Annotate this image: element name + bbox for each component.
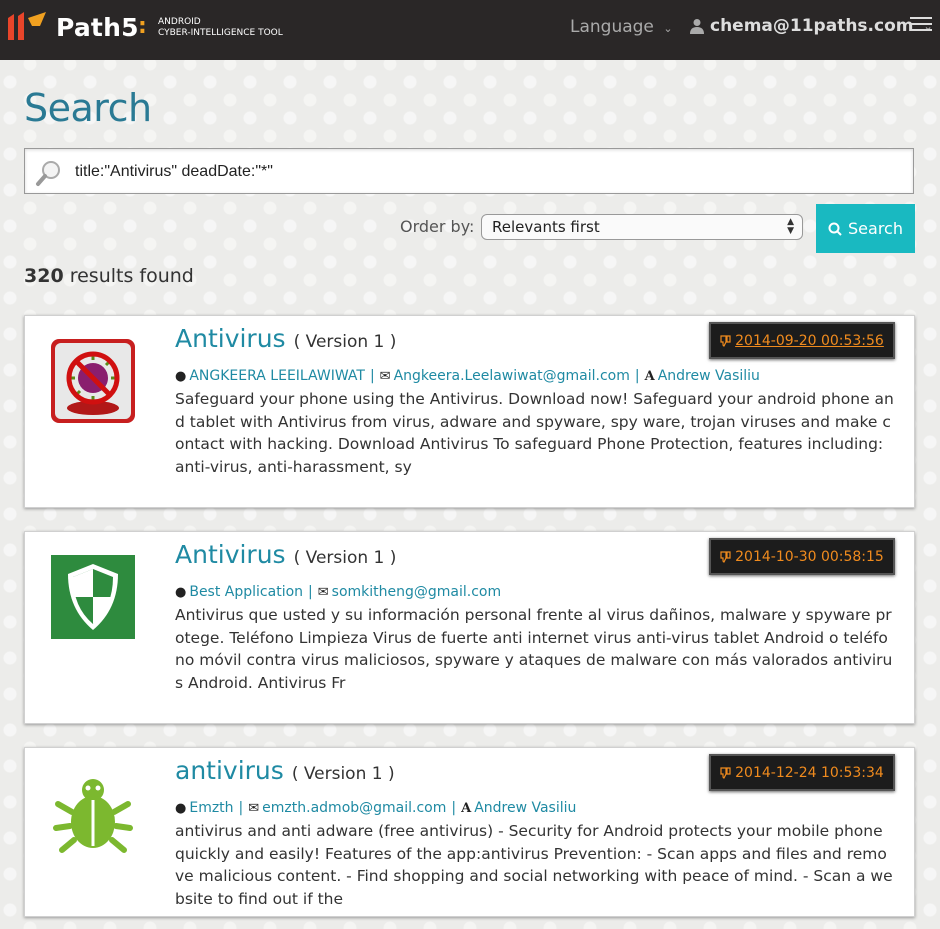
chevron-down-icon: ⌄ — [663, 22, 673, 35]
language-menu[interactable]: Language ⌄ — [570, 17, 673, 37]
search-button[interactable]: Search — [816, 204, 915, 253]
select-arrows-icon: ▲ ▼ — [787, 217, 794, 236]
bug-icon[interactable] — [50, 770, 136, 856]
language-label: Language — [570, 17, 654, 37]
date-badge[interactable]: 2014-10-30 00:58:15 — [709, 538, 895, 575]
user-icon: ● — [175, 368, 187, 384]
shield-icon[interactable] — [50, 554, 136, 640]
thumbs-down-icon — [720, 766, 731, 779]
app-meta: ● Best Application | ✉ somkitheng@gmail.… — [175, 584, 502, 600]
tagline-line-2: CYBER-INTELLIGENCE TOOL — [158, 28, 283, 38]
brand-tagline: ANDROID CYBER-INTELLIGENCE TOOL — [158, 17, 283, 39]
results-count: 320 results found — [24, 265, 194, 287]
app-version: ( Version 1 ) — [291, 764, 395, 784]
search-icon — [36, 161, 60, 186]
app-version: ( Version 1 ) — [293, 548, 397, 568]
user-icon: ● — [175, 584, 187, 600]
signer-link[interactable]: Andrew Vasiliu — [474, 800, 576, 816]
search-box — [24, 148, 914, 194]
app-description: antivirus and anti adware (free antiviru… — [175, 822, 893, 908]
brand-separator: : — [138, 14, 147, 39]
app-name: antivirus — [175, 756, 284, 785]
thumbs-down-icon — [720, 334, 731, 347]
app-name-link[interactable]: antivirus ( Version 1 ) — [175, 756, 395, 785]
results-count-suffix: results found — [63, 265, 194, 287]
thumbs-down-icon — [720, 550, 731, 563]
developer-link[interactable]: Best Application — [189, 584, 303, 600]
search-icon — [828, 222, 842, 236]
date-text: 2014-10-30 00:58:15 — [735, 548, 884, 565]
app-meta: ● ANGKEERA LEEILAWIWAT | ✉ Angkeera.Leel… — [175, 368, 760, 384]
email-link[interactable]: emzth.admob@gmail.com — [262, 800, 446, 816]
tagline-line-1: ANDROID — [158, 17, 201, 27]
envelope-icon: ✉ — [317, 584, 329, 600]
app-description: Antivirus que usted y su información per… — [175, 606, 893, 692]
app-name: Antivirus — [175, 324, 286, 353]
user-icon: ● — [175, 800, 187, 816]
virus-blocked-icon[interactable] — [50, 338, 136, 424]
email-link[interactable]: somkitheng@gmail.com — [332, 584, 501, 600]
order-by-label: Order by: — [400, 217, 475, 236]
result-card: antivirus ( Version 1 ) 2014-12-24 10:53:… — [24, 747, 915, 917]
app-meta: ● Emzth | ✉ emzth.admob@gmail.com | A An… — [175, 800, 577, 816]
email-link[interactable]: Angkeera.Leelawiwat@gmail.com — [394, 368, 630, 384]
envelope-icon: ✉ — [248, 800, 260, 816]
page-title: Search — [24, 86, 152, 130]
brand-name[interactable]: Path5 — [56, 13, 139, 42]
date-text: 2014-12-24 10:53:34 — [735, 764, 884, 781]
search-button-label: Search — [848, 219, 903, 238]
date-badge[interactable]: 2014-12-24 10:53:34 — [709, 754, 895, 791]
user-icon — [690, 19, 704, 34]
date-text: 2014-09-20 00:53:56 — [735, 332, 884, 349]
certificate-icon: A — [461, 800, 472, 816]
top-navbar: Path5 : ANDROID CYBER-INTELLIGENCE TOOL … — [0, 0, 940, 60]
certificate-icon: A — [644, 368, 655, 384]
path5-logo-icon[interactable] — [6, 10, 50, 42]
order-by-selected-value: Relevants first — [492, 218, 600, 236]
developer-link[interactable]: Emzth — [189, 800, 233, 816]
user-menu[interactable]: chema@11paths.com ⌄ — [690, 16, 933, 36]
result-card: Antivirus ( Version 1 ) 2014-09-20 00:53:… — [24, 315, 915, 508]
results-count-number: 320 — [24, 265, 64, 287]
order-by-select[interactable]: Relevants first ▲ ▼ — [481, 214, 803, 240]
app-version: ( Version 1 ) — [293, 332, 397, 352]
result-card: Antivirus ( Version 1 ) 2014-10-30 00:58:… — [24, 531, 915, 724]
envelope-icon: ✉ — [379, 368, 391, 384]
signer-link[interactable]: Andrew Vasiliu — [658, 368, 760, 384]
app-name-link[interactable]: Antivirus ( Version 1 ) — [175, 540, 396, 569]
app-description: Safeguard your phone using the Antivirus… — [175, 390, 894, 476]
developer-link[interactable]: ANGKEERA LEEILAWIWAT — [189, 368, 365, 384]
hamburger-menu-icon[interactable] — [910, 17, 932, 35]
app-name: Antivirus — [175, 540, 286, 569]
user-email: chema@11paths.com — [710, 16, 914, 36]
search-input[interactable] — [73, 159, 897, 185]
date-badge[interactable]: 2014-09-20 00:53:56 — [709, 322, 895, 359]
app-name-link[interactable]: Antivirus ( Version 1 ) — [175, 324, 396, 353]
